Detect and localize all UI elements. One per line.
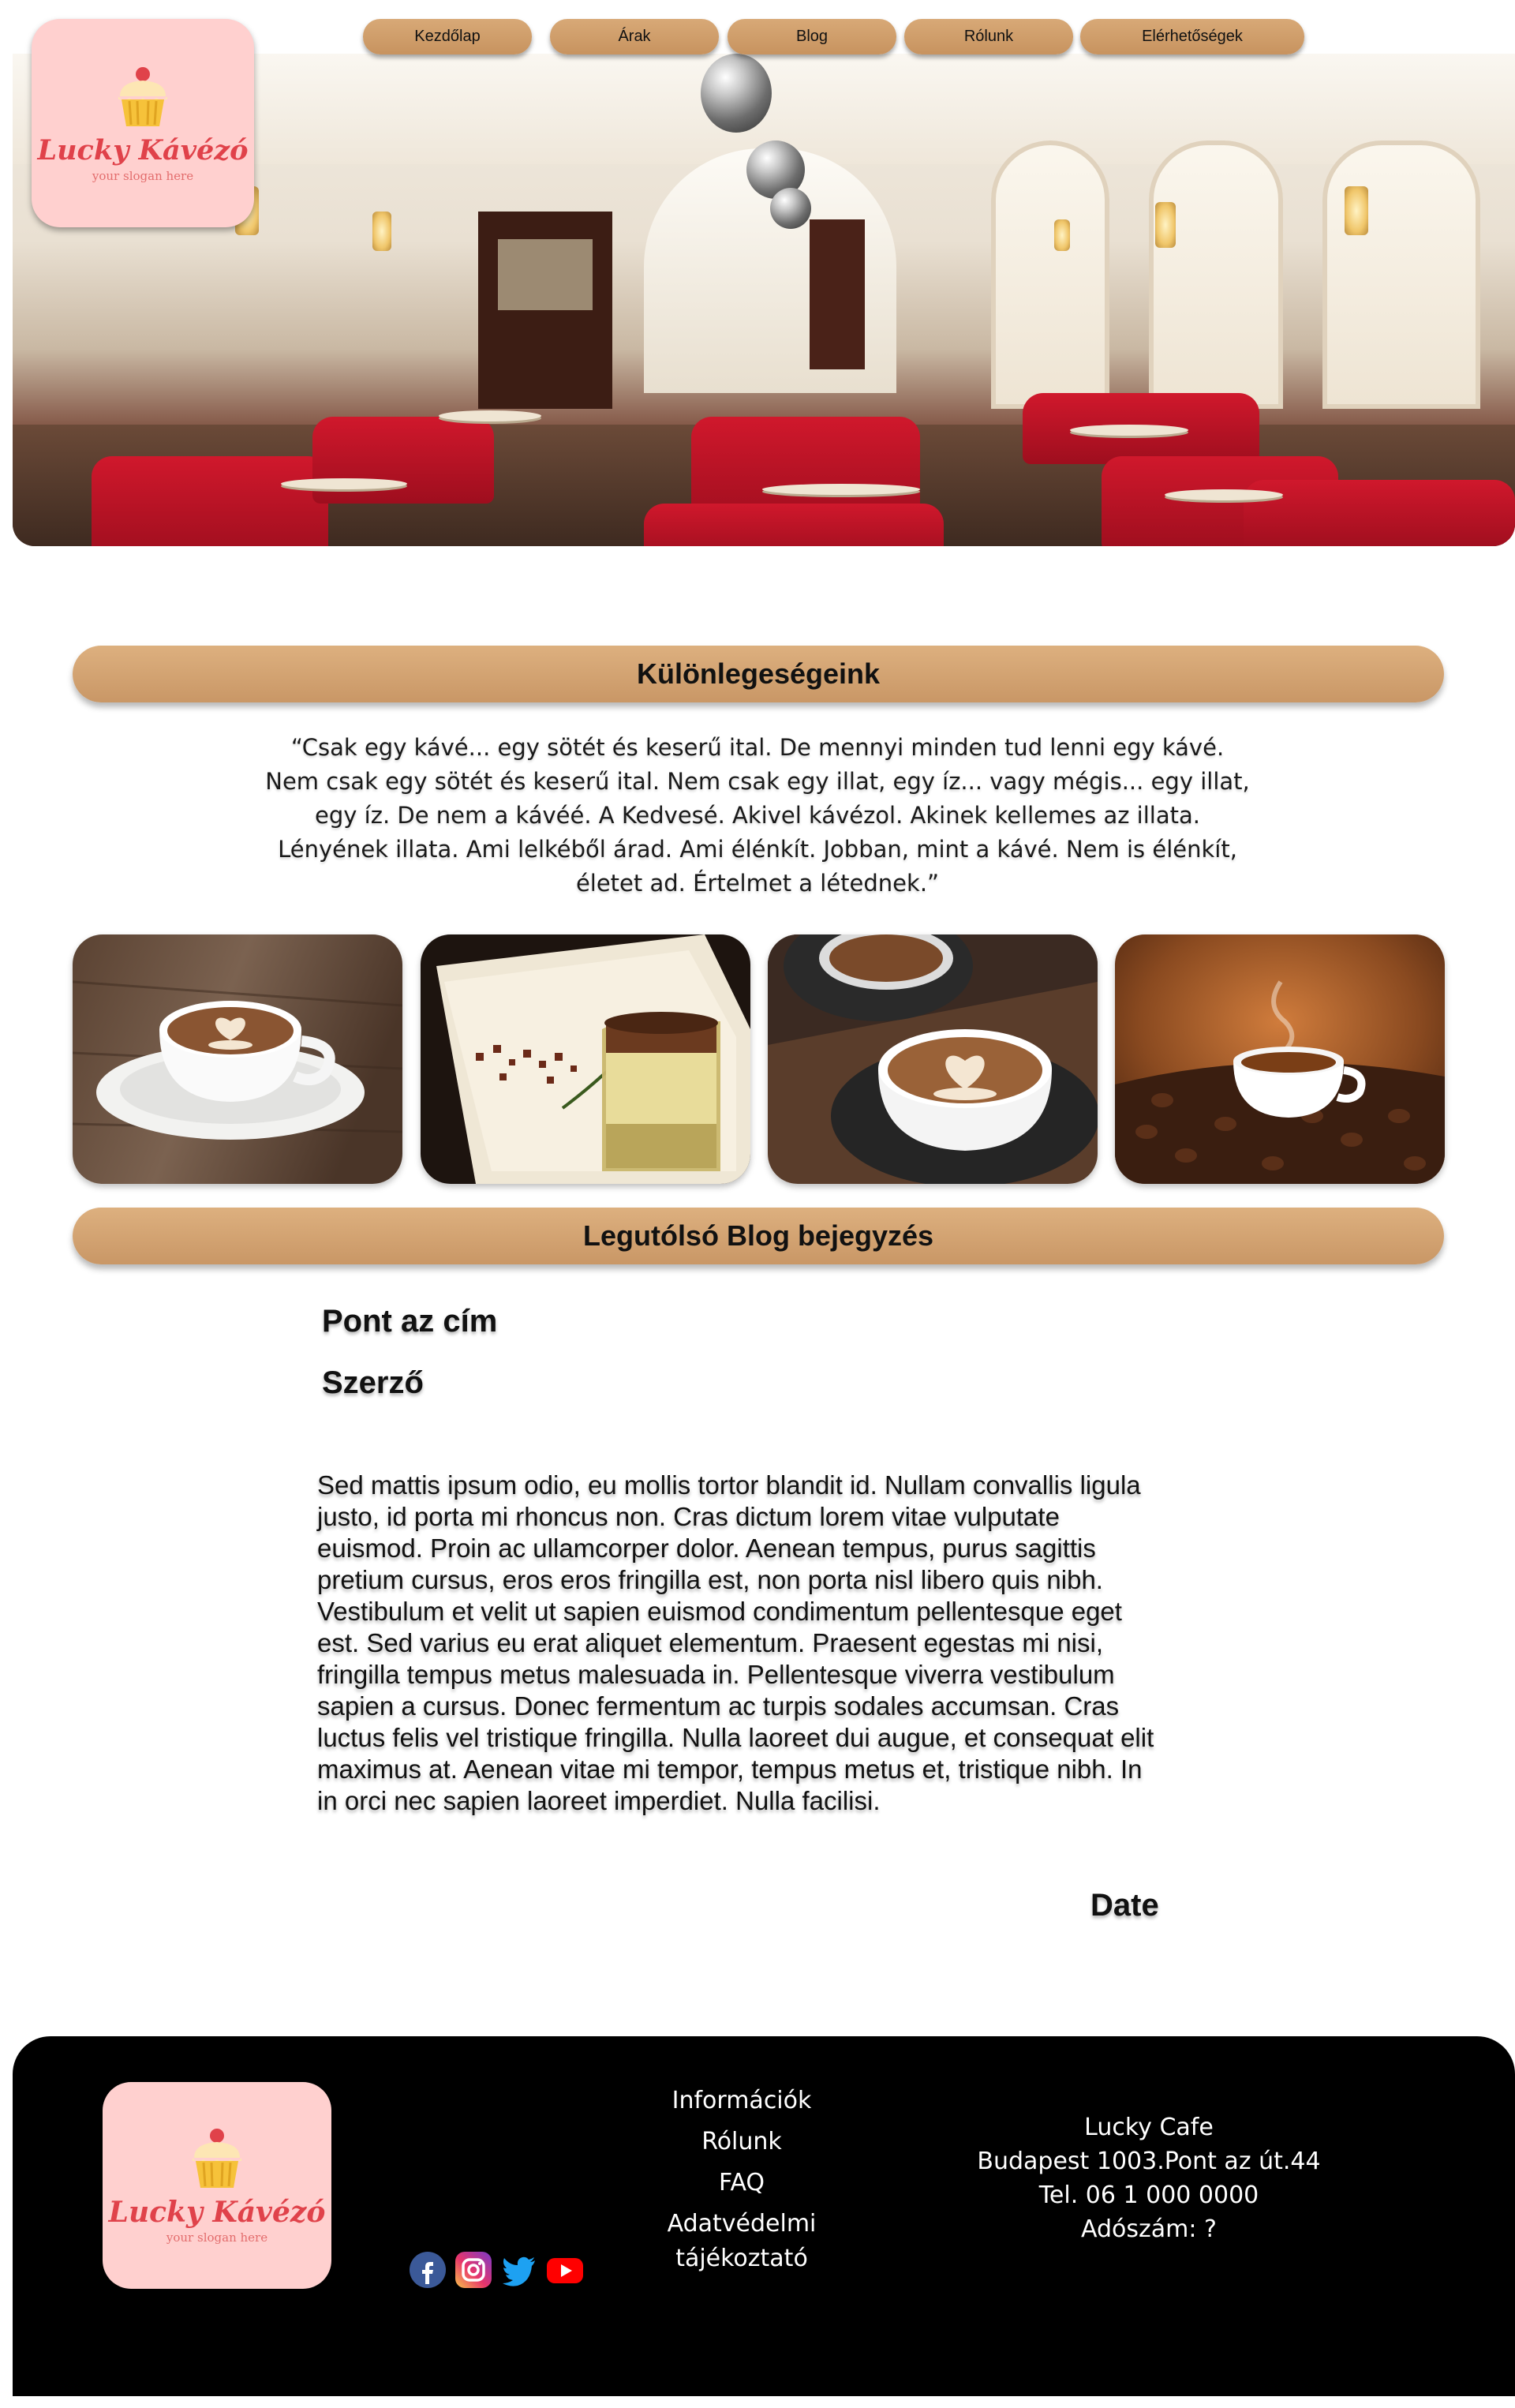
header-logo[interactable]: Lucky Kávézó your slogan here <box>32 19 254 227</box>
contact-address: Budapest 1003.Pont az út.44 <box>977 2148 1321 2175</box>
nav-home[interactable]: Kezdőlap <box>363 19 532 54</box>
cupcake-icon <box>193 2129 241 2188</box>
contact-tax-id: Adószám: ? <box>1081 2215 1217 2243</box>
blog-post-body: Sed mattis ipsum odio, eu mollis tortor … <box>317 1470 1154 1815</box>
specials-heading: Különlegeségeink <box>73 646 1444 702</box>
specials-quote: “Csak egy kávé... egy sötét és keserű it… <box>265 734 1250 897</box>
cappuccino-photo <box>768 934 1098 1184</box>
logo-slogan: your slogan here <box>92 169 194 183</box>
logo-name: Lucky Kávézó <box>37 134 249 167</box>
logo-slogan: your slogan here <box>166 2230 268 2245</box>
youtube-icon[interactable] <box>546 2251 584 2289</box>
contact-phone[interactable]: Tel. 06 1 000 0000 <box>960 2178 1338 2212</box>
blog-post-author: Szerző <box>322 1365 424 1400</box>
latte-photo <box>73 934 402 1184</box>
footer-link-about[interactable]: Rólunk <box>615 2125 868 2159</box>
blog-post-date: Date <box>1090 1888 1159 1923</box>
nav-contact[interactable]: Elérhetőségek <box>1080 19 1304 54</box>
footer-link-faq[interactable]: FAQ <box>615 2166 868 2200</box>
twitter-icon[interactable] <box>500 2251 538 2289</box>
blog-heading: Legutólsó Blog bejegyzés <box>73 1208 1444 1264</box>
coffee-beans-photo <box>1115 934 1445 1184</box>
footer-link-privacy[interactable]: Adatvédelmi tájékoztató <box>663 2207 821 2276</box>
instagram-icon[interactable] <box>454 2251 492 2289</box>
footer-logo[interactable]: Lucky Kávézó your slogan here <box>103 2082 331 2289</box>
cupcake-icon <box>118 67 167 126</box>
footer-link-info[interactable]: Információk <box>615 2084 868 2118</box>
footer-links: Információk Rólunk FAQ Adatvédelmi tájék… <box>615 2084 868 2276</box>
facebook-icon[interactable] <box>409 2251 447 2289</box>
logo-name: Lucky Kávézó <box>108 2196 326 2229</box>
blog-post-title[interactable]: Pont az cím <box>322 1304 497 1339</box>
nav-about[interactable]: Rólunk <box>904 19 1073 54</box>
nav-blog[interactable]: Blog <box>728 19 896 54</box>
contact-company: Lucky Cafe <box>1084 2114 1214 2141</box>
tiramisu-photo <box>421 934 750 1184</box>
footer-contact: Lucky Cafe Budapest 1003.Pont az út.44 T… <box>960 2110 1338 2246</box>
nav-prices[interactable]: Árak <box>550 19 719 54</box>
